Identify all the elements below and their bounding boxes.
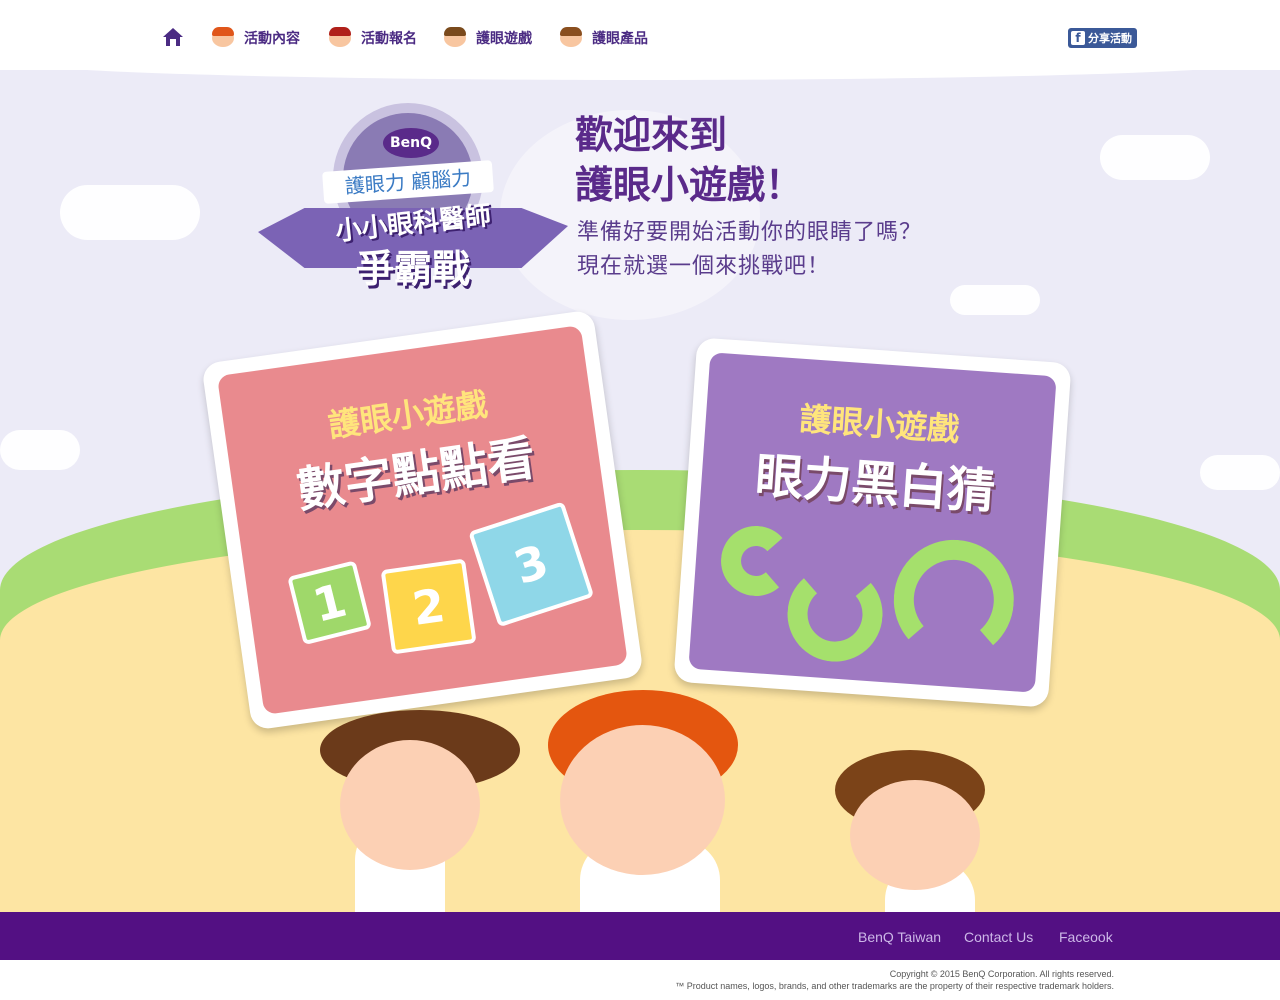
trademark-text: ™ Product names, logos, brands, and othe…	[675, 981, 1114, 991]
cloud	[1200, 455, 1280, 490]
landolt-c-icon	[889, 535, 1018, 664]
number-tile: 2	[380, 558, 477, 655]
facebook-share-button[interactable]: f 分享活動	[1068, 28, 1137, 48]
footer-link-contact-us[interactable]: Contact Us	[964, 929, 1033, 945]
hero-subtitle: 準備好要開始活動你的眼睛了嗎？ 現在就選一個來挑戰吧！	[577, 216, 922, 284]
hero-title: 歡迎來到護眼小遊戲！	[575, 110, 803, 210]
cloud	[0, 430, 80, 470]
game-card-number-dots[interactable]: 護眼小遊戲 數字點點看 1 2 3	[201, 309, 644, 731]
landolt-c-icon	[718, 523, 794, 599]
title-line2: 護眼小遊戲！	[575, 163, 804, 207]
logo-line2: 爭霸戰	[355, 247, 470, 291]
share-label: 分享活動	[1088, 32, 1132, 45]
number-tile: 1	[287, 560, 373, 646]
nav-activity-content[interactable]: 活動內容	[212, 27, 300, 48]
kid-face-icon	[329, 27, 351, 47]
cloud	[1100, 135, 1210, 180]
footer-bar: BenQ Taiwan Contact Us Faceook	[0, 912, 1280, 960]
kid-face-icon	[444, 27, 466, 47]
kid-face-icon	[560, 27, 582, 47]
subtitle-line2: 現在就選一個來挑戰吧！	[577, 254, 831, 279]
landolt-c-icon	[784, 563, 886, 665]
cloud	[950, 285, 1040, 315]
copyright-text: Copyright © 2015 BenQ Corporation. All r…	[889, 969, 1114, 979]
game-card-black-white-guess[interactable]: 護眼小遊戲 眼力黑白猜	[673, 337, 1072, 708]
cloud	[60, 185, 200, 240]
kid-face-icon	[212, 27, 234, 47]
home-button[interactable]	[162, 27, 184, 47]
nav-eye-products[interactable]: 護眼產品	[560, 27, 648, 48]
nav-label: 活動內容	[244, 31, 300, 47]
footer-link-facebook[interactable]: Faceook	[1059, 929, 1113, 945]
number-tile: 3	[468, 501, 595, 628]
nav-label: 護眼產品	[592, 31, 648, 47]
facebook-icon: f	[1071, 31, 1085, 45]
top-nav: 活動內容 活動報名 護眼遊戲 護眼產品 f 分享活動	[0, 0, 1280, 70]
nav-label: 活動報名	[361, 31, 417, 47]
nav-label: 護眼遊戲	[476, 31, 532, 47]
home-icon	[163, 28, 183, 46]
nav-eye-games[interactable]: 護眼遊戲	[444, 27, 532, 48]
nav-activity-signup[interactable]: 活動報名	[329, 27, 417, 48]
title-line1: 歡迎來到	[575, 113, 728, 157]
footer-link-benq-taiwan[interactable]: BenQ Taiwan	[858, 929, 941, 945]
benq-logo: BenQ	[383, 128, 439, 158]
subtitle-line1: 準備好要開始活動你的眼睛了嗎？	[577, 220, 923, 245]
event-logo: BenQ 護眼力 顧腦力 小小眼科醫師 爭霸戰	[258, 98, 568, 318]
hero-scene: BenQ 護眼力 顧腦力 小小眼科醫師 爭霸戰 歡迎來到護眼小遊戲！ 準備好要開…	[0, 60, 1280, 912]
